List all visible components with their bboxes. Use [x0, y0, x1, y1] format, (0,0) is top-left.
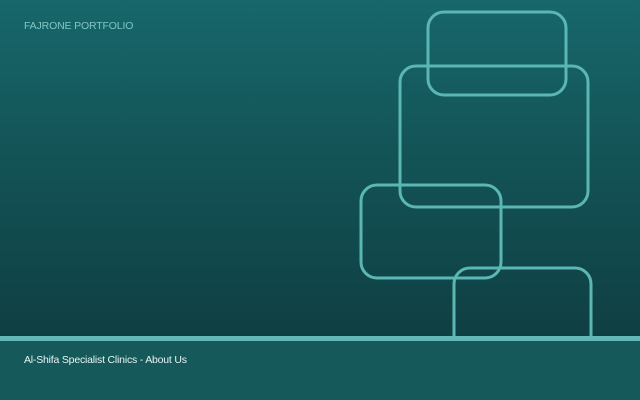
slide-canvas: FAJRONE PORTFOLIO Al-Shifa Specialist Cl… — [0, 0, 640, 400]
footer-caption: Al-Shifa Specialist Clinics - About Us — [24, 354, 187, 366]
decorative-shapes — [359, 10, 593, 336]
rounded-rect-left — [359, 183, 503, 280]
hero-panel: FAJRONE PORTFOLIO — [0, 0, 640, 336]
footer-bar: Al-Shifa Specialist Clinics - About Us — [0, 341, 640, 400]
rounded-rect-top — [426, 10, 568, 97]
